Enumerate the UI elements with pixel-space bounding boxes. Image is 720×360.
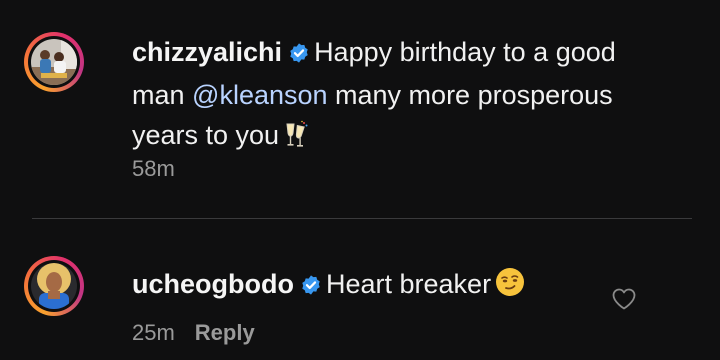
mention-link[interactable]: @kleanson	[192, 80, 328, 110]
avatar[interactable]	[31, 263, 77, 309]
comment-text: ucheogbodo Heart breaker	[132, 264, 672, 308]
smirking-face-icon	[495, 267, 525, 308]
divider	[32, 218, 692, 219]
verified-badge-icon	[288, 35, 310, 75]
comment-text: chizzyalichi Happy birthday to a good man…	[132, 32, 672, 159]
story-ring-avatar[interactable]	[24, 256, 84, 316]
heart-outline-icon[interactable]	[611, 287, 637, 311]
comment-username[interactable]: ucheogbodo	[132, 269, 294, 299]
verified-badge-icon	[300, 267, 322, 307]
avatar[interactable]	[31, 39, 77, 85]
comment-meta: 25m Reply	[132, 320, 255, 346]
comment-item: ucheogbodo Heart breaker 25m Reply	[0, 220, 720, 360]
comment-timestamp: 25m	[132, 320, 175, 345]
comment-timestamp: 58m	[132, 156, 175, 181]
story-ring-avatar[interactable]	[24, 32, 84, 92]
reply-button[interactable]: Reply	[195, 320, 255, 345]
comment-body: Heart breaker	[325, 269, 492, 299]
champagne-glasses-icon	[283, 119, 309, 159]
comment-meta: 58m	[132, 156, 175, 182]
comment-username[interactable]: chizzyalichi	[132, 37, 282, 67]
comment-item: chizzyalichi Happy birthday to a good man…	[0, 0, 720, 210]
